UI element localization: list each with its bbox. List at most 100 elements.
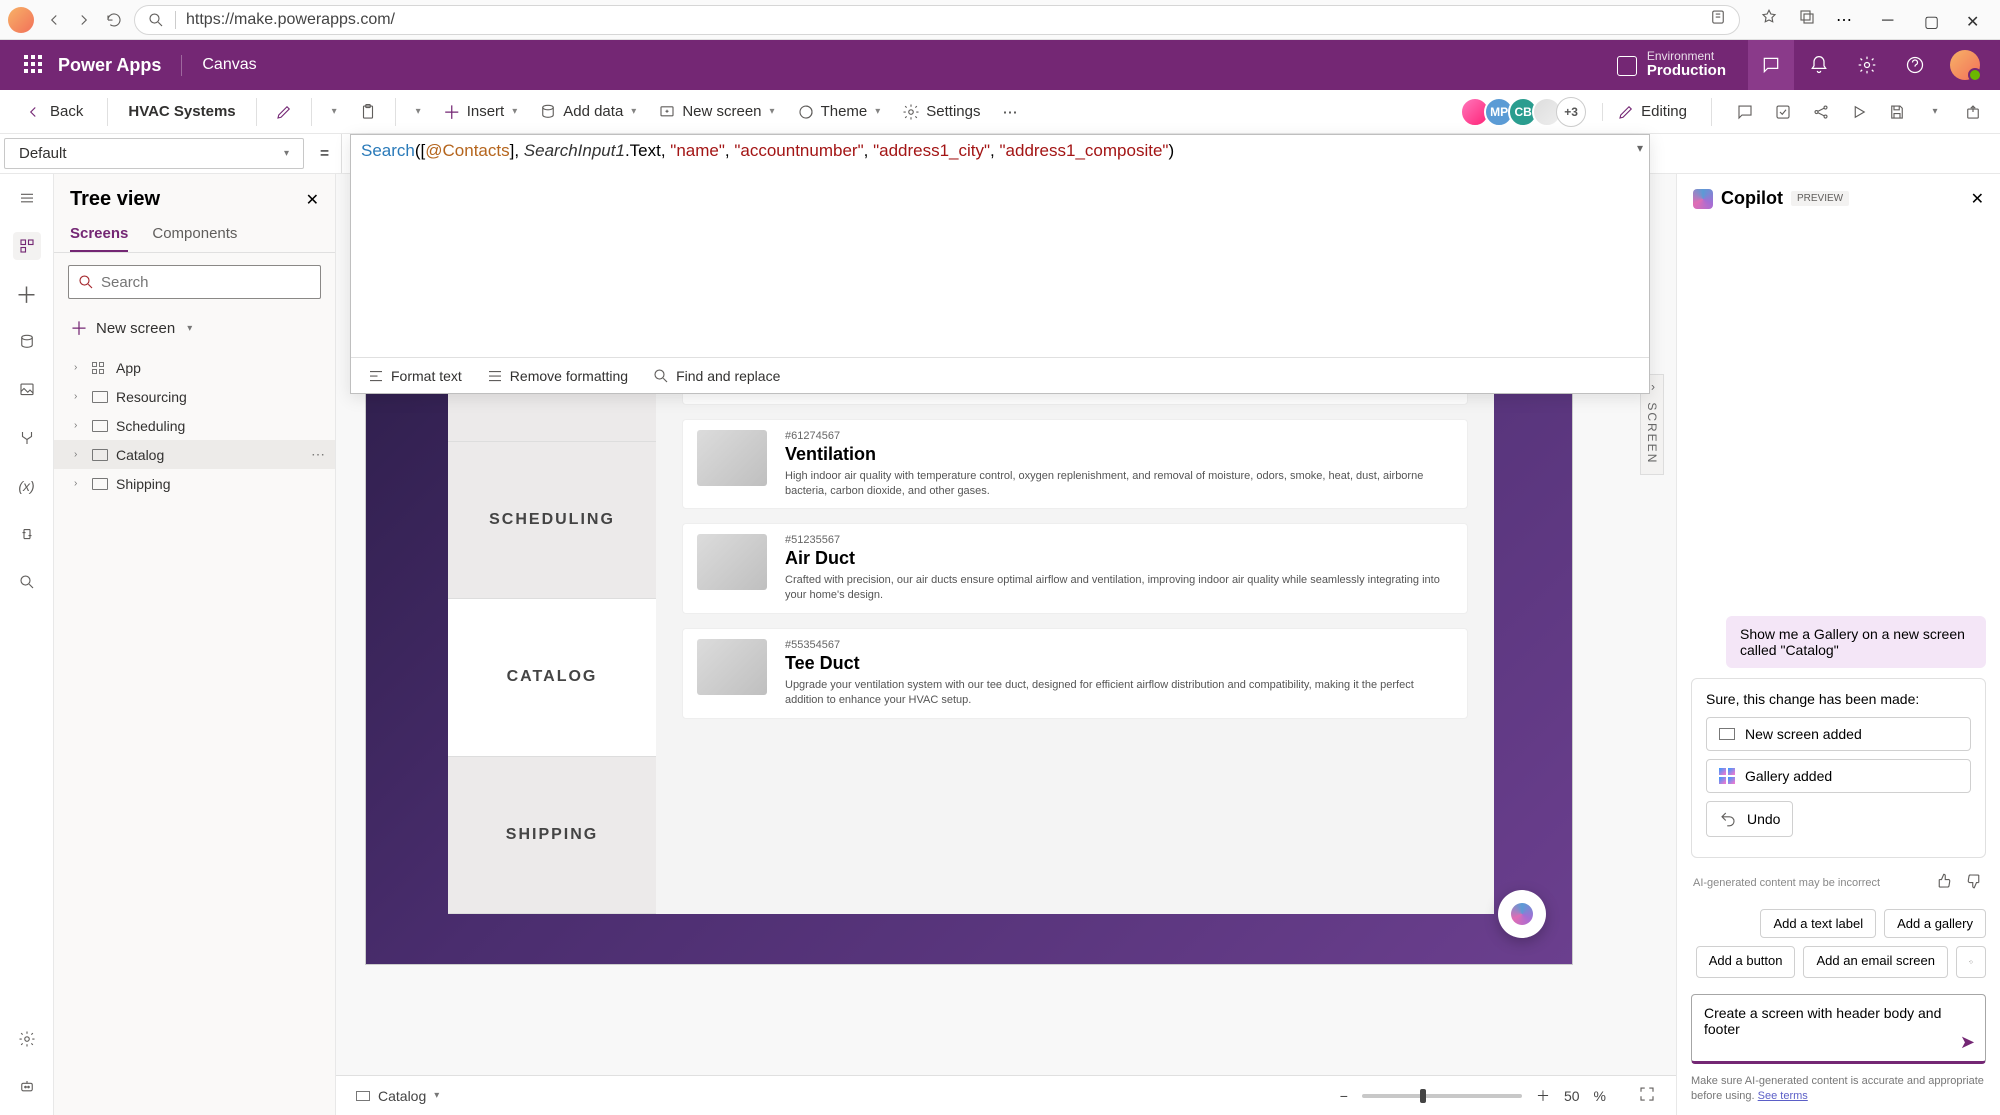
overflow-icon[interactable]: ⋯ [994, 99, 1025, 125]
tree-new-screen-button[interactable]: ＋ New screen ▾ [54, 307, 335, 349]
rail-insert-icon[interactable]: ＋ [13, 280, 41, 308]
catalog-card[interactable]: #61274567VentilationHigh indoor air qual… [682, 419, 1468, 510]
zoom-slider[interactable] [1362, 1094, 1522, 1098]
app-launcher-icon[interactable] [24, 55, 44, 75]
result-chip-new-screen[interactable]: New screen added [1706, 717, 1971, 751]
collapse-formula-icon[interactable]: ▾ [1637, 141, 1643, 155]
chevron-down-icon[interactable]: ▾ [406, 102, 429, 121]
more-icon[interactable]: ⋯ [311, 446, 325, 463]
tree-item-resourcing[interactable]: ›Resourcing⋯ [54, 382, 335, 411]
rail-variables-icon[interactable]: (x) [13, 472, 41, 500]
browser-refresh-icon[interactable] [104, 10, 124, 30]
app-title: HVAC Systems [118, 103, 245, 120]
editing-mode-button[interactable]: Editing [1602, 103, 1701, 121]
chevron-down-icon[interactable]: ▾ [322, 102, 345, 121]
formula-bar-expanded[interactable]: ▾ Search([@Contacts], SearchInput1.Text,… [350, 134, 1650, 394]
insert-button[interactable]: ＋ Insert▾ [435, 95, 526, 129]
copilot-fab[interactable] [1498, 890, 1546, 938]
send-icon[interactable]: ➤ [1960, 1032, 1975, 1053]
rail-media-icon[interactable] [13, 376, 41, 404]
format-text-button[interactable]: Format text [367, 367, 462, 385]
settings-button[interactable]: Settings [894, 99, 988, 125]
find-replace-button[interactable]: Find and replace [652, 367, 780, 385]
add-data-button[interactable]: Add data▾ [531, 99, 644, 125]
suggestion-chip[interactable]: Add a gallery [1884, 909, 1986, 938]
see-terms-link[interactable]: See terms [1758, 1090, 1808, 1102]
browser-forward-icon[interactable] [74, 10, 94, 30]
result-chip-gallery[interactable]: Gallery added [1706, 759, 1971, 793]
rail-tree-view-icon[interactable] [13, 232, 41, 260]
environment-picker[interactable]: Environment Production [1611, 46, 1746, 84]
collaborators[interactable]: MP CB +3 [1466, 97, 1586, 127]
theme-button[interactable]: Theme▾ [789, 99, 889, 125]
copilot-input[interactable]: Create a screen with header body and foo… [1691, 994, 1986, 1064]
comments-icon[interactable] [1728, 95, 1762, 129]
notifications-icon[interactable] [1796, 40, 1842, 90]
favorites-icon[interactable] [1760, 8, 1778, 31]
collaborators-more[interactable]: +3 [1556, 97, 1586, 127]
tree-item-shipping[interactable]: ›Shipping⋯ [54, 469, 335, 498]
checker-icon[interactable] [1766, 95, 1800, 129]
browser-more-icon[interactable]: ⋯ [1836, 10, 1852, 30]
tree-item-catalog[interactable]: ›Catalog⋯ [54, 440, 335, 469]
publish-icon[interactable] [1956, 95, 1990, 129]
formula-editor[interactable]: Search([@Contacts], SearchInput1.Text, "… [351, 135, 1649, 357]
edit-tool-button[interactable] [267, 99, 301, 125]
rail-search-icon[interactable] [13, 568, 41, 596]
reader-icon[interactable] [1709, 8, 1727, 31]
address-bar[interactable]: https://make.powerapps.com/ [134, 5, 1740, 35]
close-tree-icon[interactable]: ✕ [306, 190, 319, 210]
back-button[interactable]: Back [10, 103, 97, 121]
close-copilot-icon[interactable]: ✕ [1971, 189, 1984, 209]
tree-search-input[interactable] [101, 274, 312, 291]
copilot-toggle-icon[interactable] [1748, 40, 1794, 90]
preview-icon[interactable] [1842, 95, 1876, 129]
undo-button[interactable]: Undo [1706, 801, 1793, 837]
window-maximize-icon[interactable]: ▢ [1924, 12, 1940, 28]
window-close-icon[interactable]: ✕ [1966, 12, 1982, 28]
tree-item-scheduling[interactable]: ›Scheduling⋯ [54, 411, 335, 440]
browser-profile-avatar[interactable] [8, 7, 34, 33]
suggestion-chip[interactable]: Add a text label [1760, 909, 1876, 938]
paste-button[interactable] [351, 99, 385, 125]
thumbs-up-icon[interactable] [1934, 872, 1952, 893]
suite-brand[interactable]: Power Apps [58, 55, 182, 76]
browser-back-icon[interactable] [44, 10, 64, 30]
collections-icon[interactable] [1798, 8, 1816, 31]
suggestion-chip[interactable]: Add a button [1696, 946, 1796, 978]
rail-ask-virtual-agent-icon[interactable] [13, 1073, 41, 1101]
thumbs-down-icon[interactable] [1966, 872, 1984, 893]
share-icon[interactable] [1804, 95, 1838, 129]
help-icon[interactable] [1892, 40, 1938, 90]
rail-settings-icon[interactable] [13, 1025, 41, 1053]
tree-item-app[interactable]: ›App⋯ [54, 353, 335, 382]
sidenav-catalog[interactable]: CATALOG [448, 599, 656, 757]
save-icon[interactable] [1880, 95, 1914, 129]
save-chevron-icon[interactable]: ▾ [1918, 95, 1952, 129]
user-avatar[interactable] [1950, 50, 1980, 80]
suggestion-chip[interactable]: Add an email screen [1803, 946, 1948, 978]
tree-view-title: Tree view [70, 188, 160, 211]
window-minimize-icon[interactable]: ─ [1882, 12, 1898, 28]
sidenav-scheduling[interactable]: SCHEDULING [448, 442, 656, 600]
catalog-card[interactable]: #51235567Air DuctCrafted with precision,… [682, 523, 1468, 614]
rail-hamburger-icon[interactable] [13, 184, 41, 212]
property-dropdown[interactable]: Default ▾ [4, 138, 304, 169]
remove-formatting-button[interactable]: Remove formatting [486, 367, 628, 385]
catalog-card[interactable]: #55354567Tee DuctUpgrade your ventilatio… [682, 628, 1468, 719]
new-screen-button[interactable]: New screen▾ [650, 99, 782, 125]
settings-gear-icon[interactable] [1844, 40, 1890, 90]
refresh-suggestions-icon[interactable] [1956, 946, 1986, 978]
selection-breadcrumb[interactable]: Catalog ▾ [356, 1088, 439, 1104]
tab-screens[interactable]: Screens [70, 217, 128, 252]
rail-data-icon[interactable] [13, 328, 41, 356]
tree-search-box[interactable] [68, 265, 321, 299]
zoom-in-button[interactable]: ＋ [1536, 1086, 1550, 1106]
product-title: Ventilation [785, 444, 1453, 465]
zoom-out-button[interactable]: − [1340, 1088, 1348, 1104]
sidenav-shipping[interactable]: SHIPPING [448, 757, 656, 915]
tab-components[interactable]: Components [152, 217, 237, 252]
fit-to-screen-icon[interactable] [1638, 1085, 1656, 1106]
rail-advanced-icon[interactable] [13, 520, 41, 548]
rail-flows-icon[interactable] [13, 424, 41, 452]
